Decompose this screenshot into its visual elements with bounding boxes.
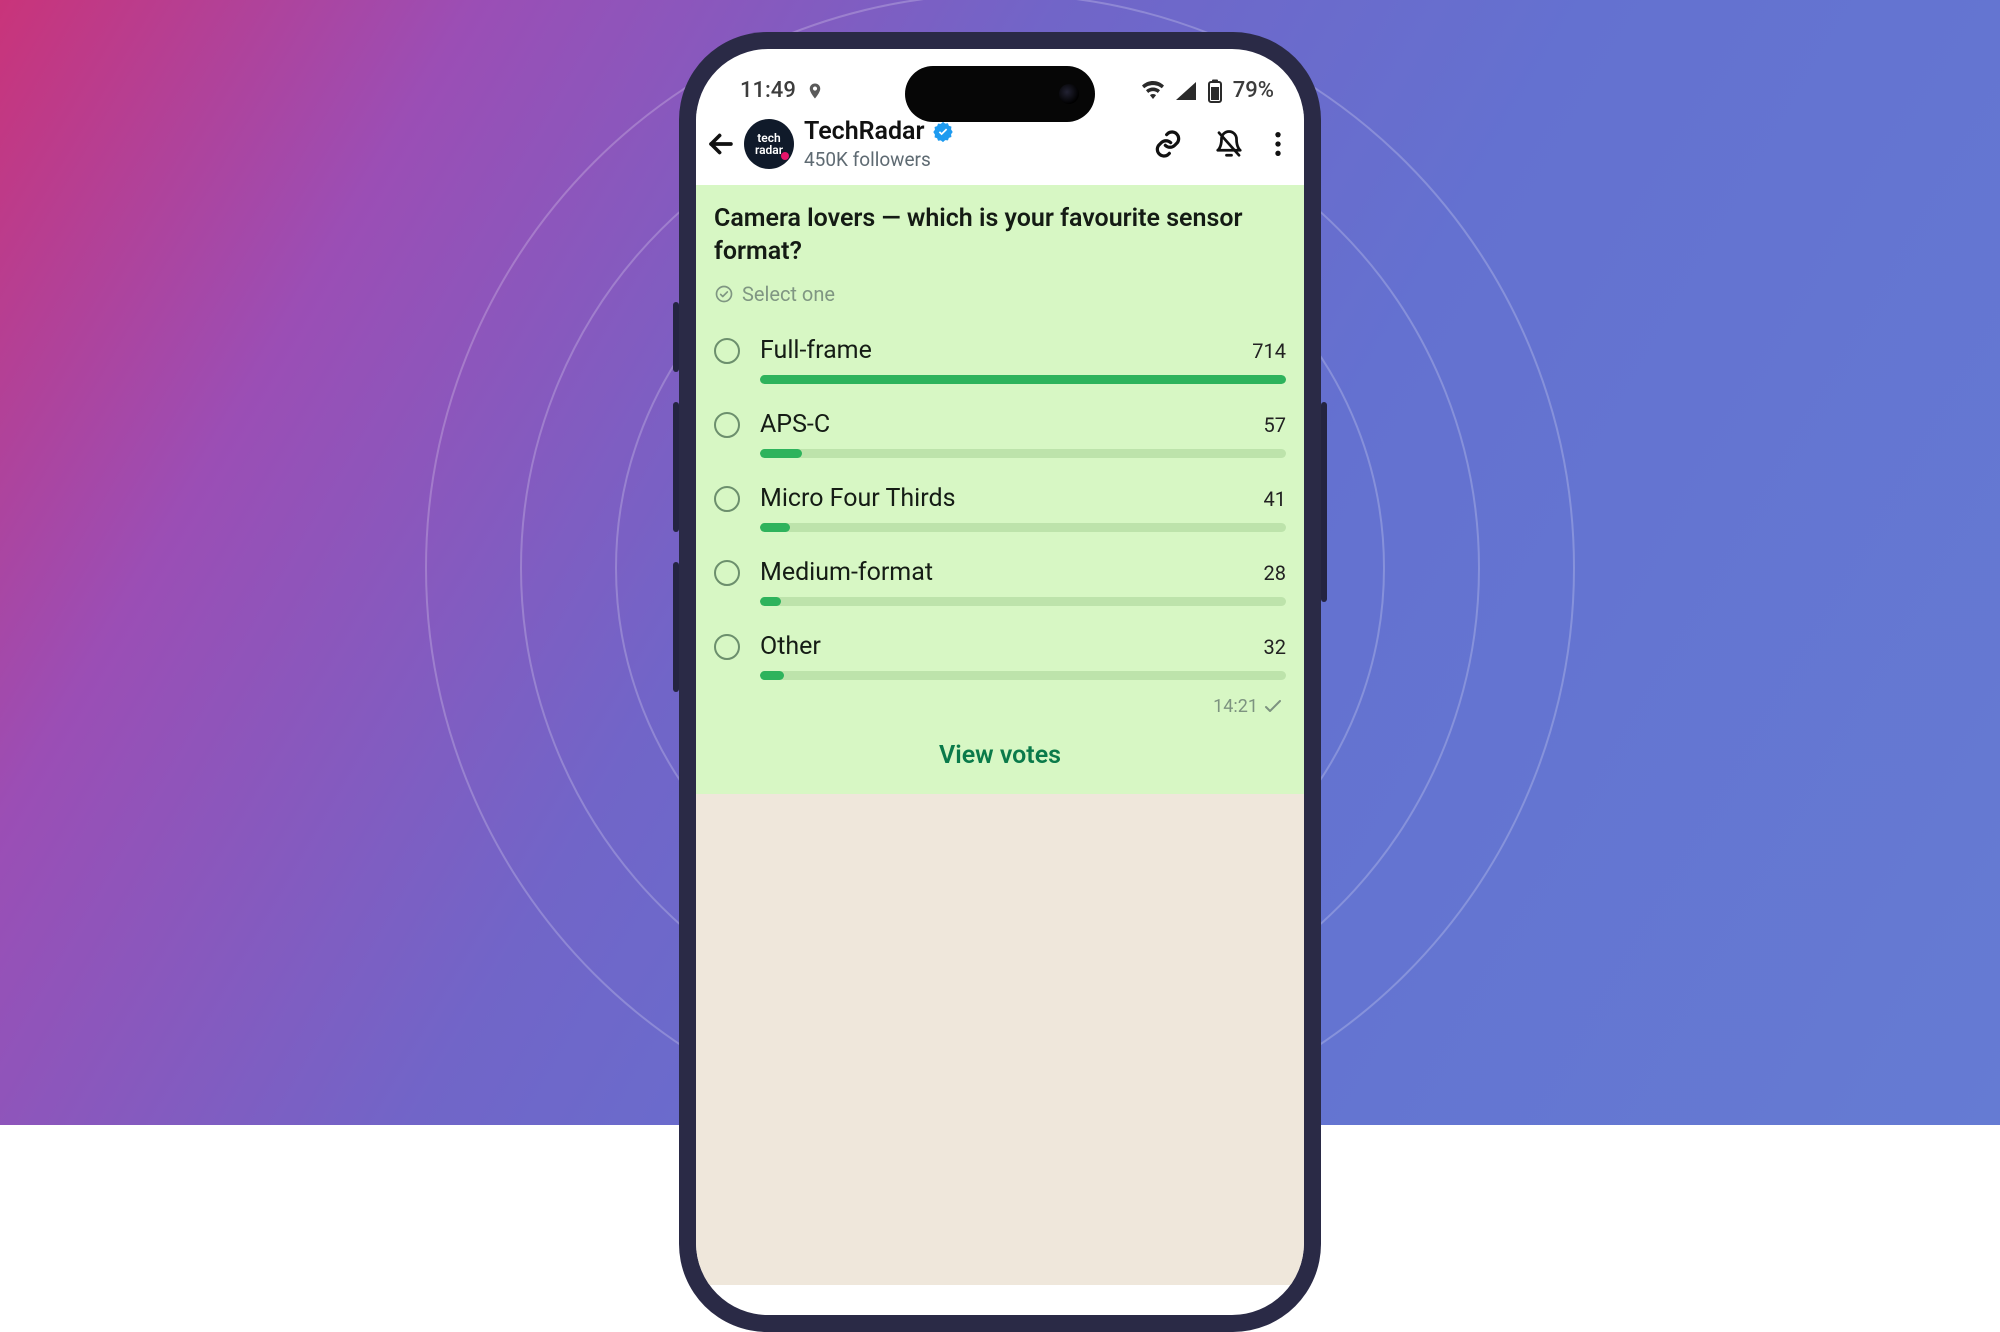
mute-button[interactable] [1214,129,1244,159]
poll-option-label: Full-frame [760,336,1242,365]
status-battery-pct: 79% [1233,78,1274,103]
chat-area: Camera lovers — which is your favourite … [696,185,1304,1285]
select-one-label: Select one [742,282,835,306]
poll-option[interactable]: APS-C 57 [714,396,1286,470]
poll-bar-fill [760,375,1286,384]
poll-bar-fill [760,671,784,680]
back-button[interactable] [704,127,738,161]
phone-side-button [673,402,679,532]
phone-frame: 11:49 79% [679,32,1321,1332]
battery-icon [1207,79,1223,103]
channel-info[interactable]: TechRadar 450K followers [804,117,1146,171]
phone-screen: 11:49 79% [696,49,1304,1315]
poll-question: Camera lovers — which is your favourite … [714,199,1286,274]
channel-avatar[interactable]: tech radar [744,119,794,169]
poll-bar-track [760,449,1286,458]
poll-option[interactable]: Micro Four Thirds 41 [714,470,1286,544]
phone-notch [905,66,1095,122]
radio-unchecked-icon[interactable] [714,338,740,364]
sent-check-icon [1264,700,1282,714]
phone-side-button [673,302,679,372]
poll-option[interactable]: Medium-format 28 [714,544,1286,618]
check-circle-icon [714,284,734,304]
link-button[interactable] [1152,128,1184,160]
phone-side-button [673,562,679,692]
poll-bar-fill [760,523,790,532]
cellular-icon [1175,81,1197,101]
poll-timestamp: 14:21 [1213,696,1258,717]
poll-option-label: Medium-format [760,558,1254,587]
poll-option[interactable]: Other 32 [714,618,1286,692]
poll-options: Full-frame 714 APS-C 57 Micro Fo [714,322,1286,692]
poll-bar-track [760,671,1286,680]
verified-badge-icon [932,121,954,143]
select-one-hint: Select one [714,282,1286,306]
poll-option[interactable]: Full-frame 714 [714,322,1286,396]
more-button[interactable] [1274,130,1282,158]
avatar-accent-dot [781,152,789,160]
radio-unchecked-icon[interactable] [714,412,740,438]
poll-option-label: APS-C [760,410,1254,439]
view-votes-button[interactable]: View votes [714,719,1286,784]
poll-option-count: 57 [1264,413,1286,437]
poll-card: Camera lovers — which is your favourite … [696,185,1304,794]
location-icon [806,80,824,102]
channel-followers: 450K followers [804,148,1146,171]
poll-option-count: 28 [1264,561,1286,585]
avatar-text: tech radar [755,132,783,156]
poll-option-count: 714 [1252,339,1286,363]
stage: 11:49 79% [0,0,2000,1125]
radio-unchecked-icon[interactable] [714,634,740,660]
camera-dot [1059,84,1079,104]
wifi-icon [1141,81,1165,101]
poll-option-count: 32 [1264,635,1286,659]
channel-name: TechRadar [804,117,924,146]
poll-option-label: Micro Four Thirds [760,484,1254,513]
poll-bar-track [760,375,1286,384]
poll-bar-track [760,523,1286,532]
poll-bar-track [760,597,1286,606]
radio-unchecked-icon[interactable] [714,486,740,512]
radio-unchecked-icon[interactable] [714,560,740,586]
poll-meta: 14:21 [714,692,1286,719]
phone-side-button [1321,402,1327,602]
poll-option-label: Other [760,632,1254,661]
poll-option-count: 41 [1264,487,1286,511]
poll-bar-fill [760,449,802,458]
status-time: 11:49 [740,78,796,103]
poll-bar-fill [760,597,781,606]
